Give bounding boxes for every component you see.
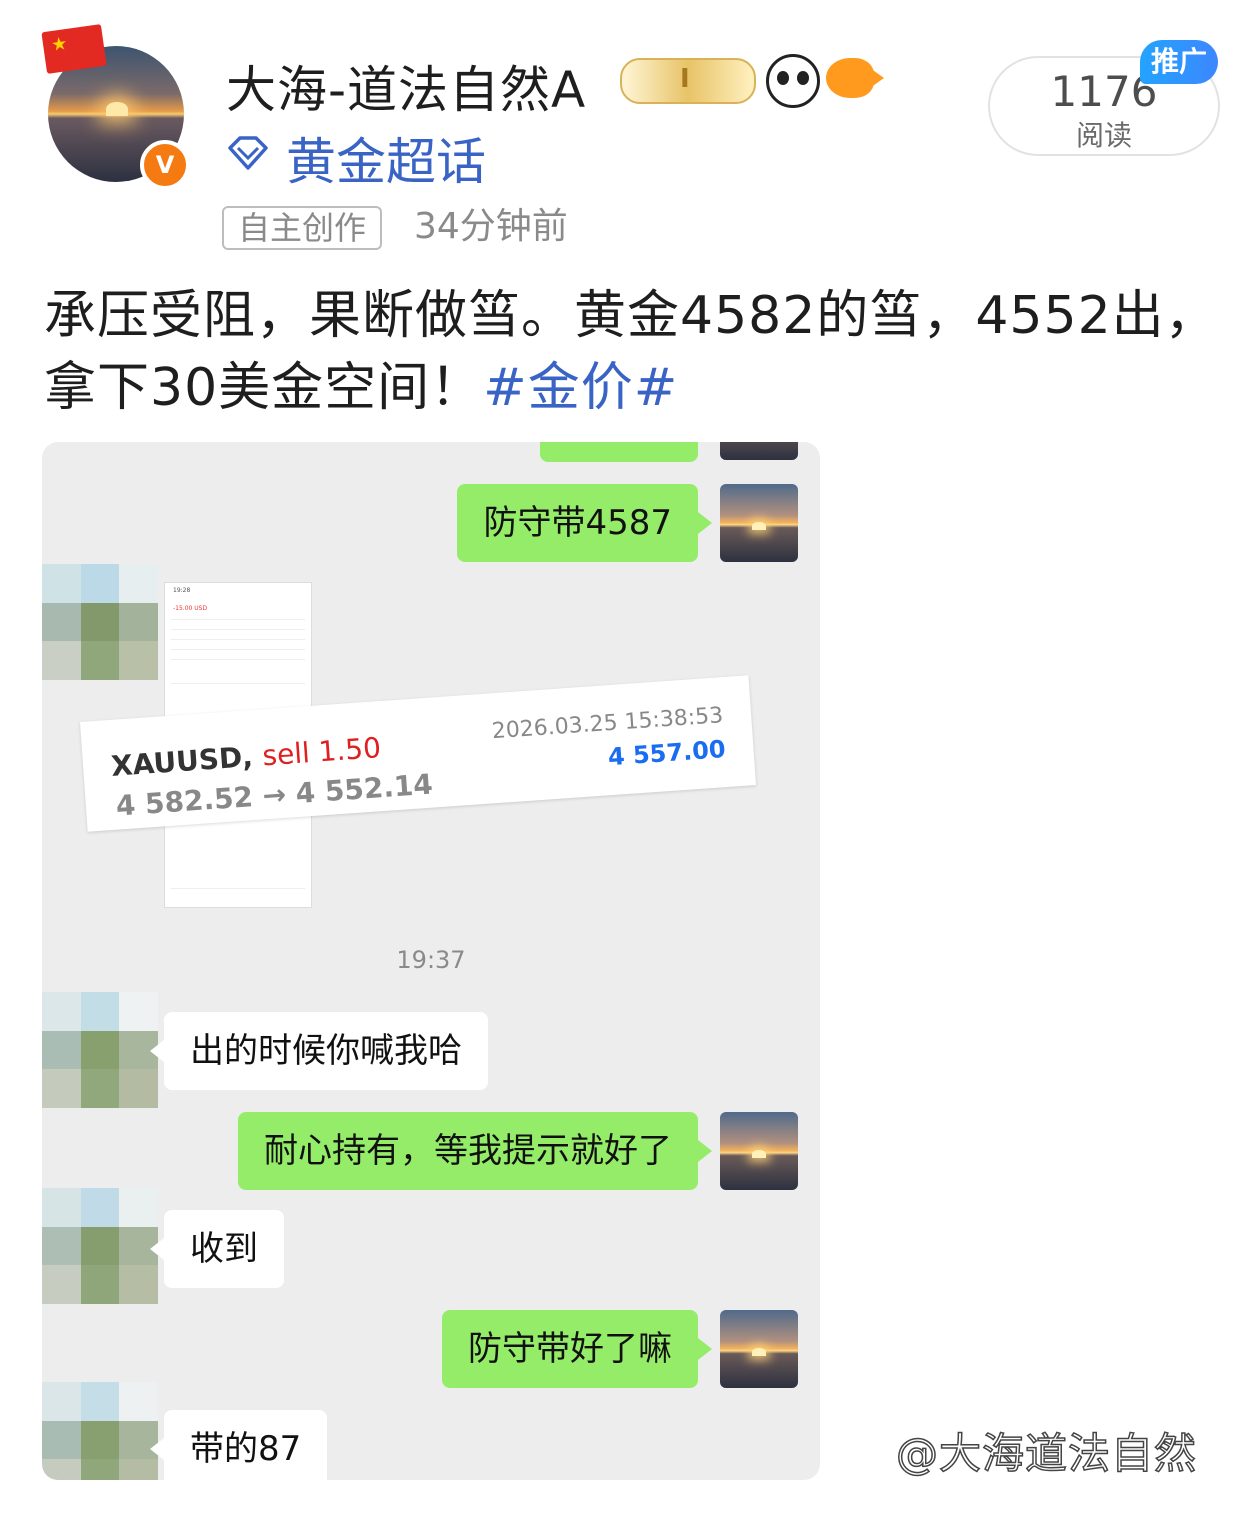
post-body: 承压受阻，果断做筜。黄金4582的筜，4552出，拿下30美金空间！#金价# xyxy=(44,280,1224,424)
verified-badge-icon: V xyxy=(140,140,190,190)
cut-bubble xyxy=(540,442,698,462)
contact-avatar-pixelated xyxy=(42,992,158,1108)
author-avatar-area[interactable]: ★ V xyxy=(41,24,194,190)
my-avatar xyxy=(720,484,798,562)
post-time: 34分钟前 xyxy=(414,206,568,247)
contact-avatar-pixelated xyxy=(42,1382,158,1480)
username[interactable]: 大海-道法自然A xyxy=(226,50,586,122)
trade-action: sell 1.50 xyxy=(261,731,382,773)
promo-badge[interactable]: 推广 xyxy=(1140,40,1218,84)
topic-link[interactable]: 黄金超话 xyxy=(286,122,486,194)
chat-screenshot[interactable]: 防守带4587 19:28 -15.00 USD XAUUSD, sell 1.… xyxy=(42,442,820,1480)
message-bubble-other: 收到 xyxy=(150,1210,284,1288)
diamond-icon xyxy=(228,136,268,170)
my-avatar xyxy=(720,442,798,460)
message-bubble-me: 耐心持有，等我提示就好了 xyxy=(238,1112,712,1190)
message-bubble-me: 防守带好了嘛 xyxy=(442,1310,712,1388)
message-bubble-other: 带的87 xyxy=(149,1410,328,1480)
contact-avatar-pixelated xyxy=(42,1188,158,1304)
contact-avatar-pixelated xyxy=(42,564,158,680)
my-avatar xyxy=(720,1112,798,1190)
watermark: @大海道法自然 xyxy=(895,1428,1198,1479)
trade-close-price: 4 557.00 xyxy=(607,735,727,772)
medal-badge-icon: I xyxy=(620,58,756,104)
original-content-tag: 自主创作 xyxy=(222,206,383,250)
my-avatar xyxy=(720,1310,798,1388)
hashtag-link[interactable]: #金价# xyxy=(483,358,678,418)
panda-badge-icon xyxy=(766,54,820,108)
fish-badge-icon xyxy=(826,58,884,98)
reads-label: 阅读 xyxy=(1075,119,1132,152)
symbol: XAUUSD, xyxy=(110,740,254,783)
chat-timestamp: 19:37 xyxy=(396,946,466,974)
message-bubble-other: 出的时候你喊我哈 xyxy=(150,1012,488,1090)
china-flag-icon: ★ xyxy=(41,24,107,74)
message-bubble-me: 防守带4587 xyxy=(457,484,712,562)
